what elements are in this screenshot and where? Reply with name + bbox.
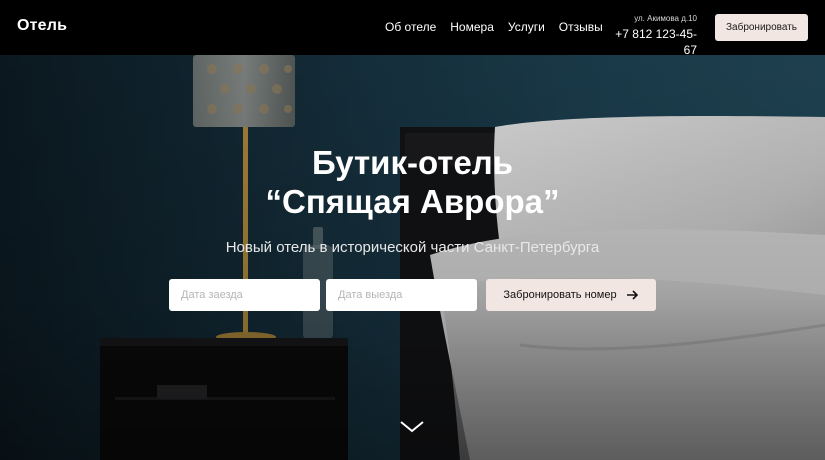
chevron-down-icon[interactable] [399,419,425,435]
site-header: Отель Об отеле Номера Услуги Отзывы ул. … [0,0,825,58]
logo[interactable]: Отель [17,17,67,35]
hero-subtitle: Новый отель в исторической части Санкт-П… [225,239,600,256]
phone-number[interactable]: +7 812 123-45-67 [604,26,697,58]
nav-link-services[interactable]: Услуги [508,20,545,34]
main-nav: Об отеле Номера Услуги Отзывы [385,20,603,34]
hero-background-image [0,55,825,460]
arrow-right-icon [626,290,638,300]
hero-title-line2: “Спящая Аврора” [265,183,560,220]
hotel-landing-page: Отель Об отеле Номера Услуги Отзывы ул. … [0,0,825,460]
book-room-button[interactable]: Забронировать номер [486,279,656,311]
checkout-date-input[interactable] [326,279,477,311]
nav-link-reviews[interactable]: Отзывы [559,20,603,34]
hero-title: Бутик-отель “Спящая Аврора” [0,143,825,221]
hero-title-line1: Бутик-отель [311,144,514,181]
checkin-date-input[interactable] [169,279,320,311]
hero-section: Бутик-отель “Спящая Аврора” Новый отель … [0,55,825,460]
contact-block: ул. Акимова д.10 +7 812 123-45-67 [604,14,697,58]
nav-link-rooms[interactable]: Номера [450,20,494,34]
book-room-label: Забронировать номер [503,289,617,301]
nav-link-about[interactable]: Об отеле [385,20,436,34]
book-button[interactable]: Забронировать [715,14,808,41]
address: ул. Акимова д.10 [634,14,697,23]
